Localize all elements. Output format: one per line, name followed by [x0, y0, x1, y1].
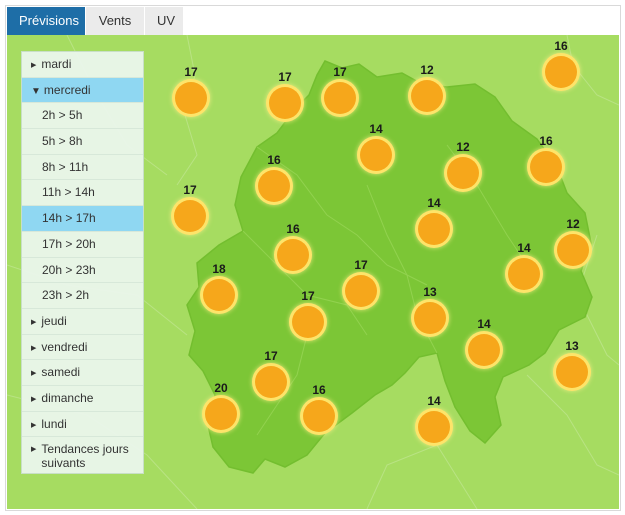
day-item-lundi[interactable]: ▶ lundi — [22, 412, 143, 438]
temperature-label: 17 — [183, 183, 197, 197]
temperature-label: 16 — [539, 134, 553, 148]
temperature-label: 17 — [354, 258, 368, 272]
sun-icon[interactable] — [277, 239, 309, 271]
caret-right-icon: ▶ — [31, 421, 37, 429]
sun-icon[interactable] — [258, 170, 290, 202]
day-item-dimanche[interactable]: ▶ dimanche — [22, 386, 143, 412]
sun-icon[interactable] — [545, 56, 577, 88]
sun-icon[interactable] — [447, 157, 479, 189]
sun-icon[interactable] — [174, 200, 206, 232]
sun-icon[interactable] — [418, 213, 450, 245]
caret-right-icon: ▶ — [31, 318, 37, 326]
temperature-label: 14 — [369, 122, 383, 136]
caret-right-icon: ▶ — [31, 62, 37, 69]
day-item-mardi[interactable]: ▶ mardi — [22, 52, 143, 78]
day-item-vendredi[interactable]: ▶ vendredi — [22, 335, 143, 361]
slot-item[interactable]: 2h > 5h — [22, 103, 143, 130]
tab-uv[interactable]: UV — [145, 7, 183, 35]
temperature-label: 14 — [427, 394, 441, 408]
sun-icon[interactable] — [414, 302, 446, 334]
temperature-label: 13 — [423, 285, 437, 299]
slot-item[interactable]: 5h > 8h — [22, 129, 143, 155]
slot-item[interactable]: 17h > 20h — [22, 232, 143, 258]
sun-icon[interactable] — [175, 82, 207, 114]
sun-icon[interactable] — [557, 234, 589, 266]
slot-item[interactable]: 20h > 23h — [22, 258, 143, 284]
temperature-label: 17 — [264, 349, 278, 363]
sun-icon[interactable] — [269, 87, 301, 119]
sun-icon[interactable] — [345, 275, 377, 307]
caret-down-icon: ▼ — [31, 85, 41, 97]
sun-icon[interactable] — [468, 334, 500, 366]
slot-item-selected[interactable]: 14h > 17h — [22, 206, 143, 232]
temperature-label: 14 — [517, 241, 531, 255]
sun-icon[interactable] — [303, 400, 335, 432]
sun-icon[interactable] — [205, 398, 237, 430]
slot-item[interactable]: 11h > 14h — [22, 180, 143, 207]
day-item-jeudi[interactable]: ▶ jeudi — [22, 309, 143, 335]
temperature-label: 17 — [278, 70, 292, 84]
temperature-label: 16 — [312, 383, 326, 397]
temperature-label: 16 — [554, 39, 568, 53]
temperature-label: 17 — [333, 65, 347, 79]
day-item-mercredi[interactable]: ▼ mercredi — [22, 77, 143, 104]
sun-icon[interactable] — [292, 306, 324, 338]
temperature-label: 17 — [301, 289, 315, 303]
tab-bar: Prévisions Vents UV — [7, 7, 184, 35]
caret-right-icon: ▶ — [31, 446, 37, 454]
sun-icon[interactable] — [411, 80, 443, 112]
sun-icon[interactable] — [556, 356, 588, 388]
trends-next-days-item[interactable]: ▶ Tendances jours suivants — [22, 437, 143, 473]
temperature-label: 14 — [477, 317, 491, 331]
slot-item[interactable]: 8h > 11h — [22, 155, 143, 181]
temperature-label: 14 — [427, 196, 441, 210]
sun-icon[interactable] — [324, 82, 356, 114]
caret-right-icon: ▶ — [31, 370, 37, 378]
tab-vents[interactable]: Vents — [86, 7, 144, 35]
caret-right-icon: ▶ — [31, 395, 37, 403]
sun-icon[interactable] — [418, 411, 450, 443]
temperature-label: 16 — [267, 153, 281, 167]
slot-item[interactable]: 23h > 2h — [22, 283, 143, 309]
sun-icon[interactable] — [530, 151, 562, 183]
tab-previsions[interactable]: Prévisions — [7, 7, 85, 35]
temperature-label: 12 — [420, 63, 434, 77]
caret-right-icon: ▶ — [31, 344, 37, 352]
timeslot-menu: ▶ mardi ▼ mercredi 2h > 5h 5h > 8h 8h > 11… — [21, 51, 144, 475]
temperature-label: 12 — [456, 140, 470, 154]
sun-icon[interactable] — [203, 279, 235, 311]
sun-icon[interactable] — [360, 139, 392, 171]
sun-icon[interactable] — [255, 366, 287, 398]
temperature-label: 18 — [212, 262, 226, 276]
temperature-label: 20 — [214, 381, 228, 395]
temperature-label: 12 — [566, 217, 580, 231]
temperature-label: 17 — [184, 65, 198, 79]
day-item-samedi[interactable]: ▶ samedi — [22, 360, 143, 386]
temperature-label: 13 — [565, 339, 579, 353]
sun-icon[interactable] — [508, 258, 540, 290]
temperature-label: 16 — [286, 222, 300, 236]
